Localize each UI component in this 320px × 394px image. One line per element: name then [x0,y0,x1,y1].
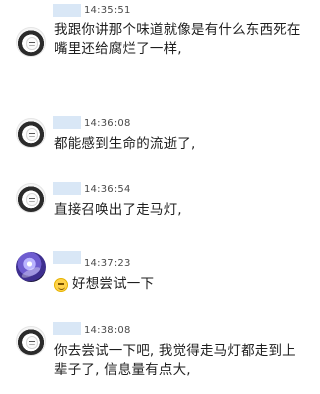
message-text[interactable]: 我跟你讲那个味道就像是有什么东西死在 嘴里还给腐烂了一样, [54,21,309,59]
message-timestamp: 14:37:23 [84,258,131,269]
message-timestamp: 14:36:08 [84,118,131,129]
girl-avatar[interactable] [16,326,46,356]
message-timestamp: 14:35:51 [84,5,131,16]
message-text[interactable]: 直接召唤出了走马灯, [54,201,309,220]
message-line: 直接召唤出了走马灯, [54,202,182,218]
redacted-sender-name [53,4,81,17]
message-line: 辈子了, 信息量有点大, [54,362,191,378]
redacted-sender-name [53,251,81,264]
redacted-sender-name [53,322,81,335]
laughing-face-icon [54,277,68,292]
girl-avatar[interactable] [16,27,46,57]
chat-history: 14:35:51 我跟你讲那个味道就像是有什么东西死在 嘴里还给腐烂了一样, 1… [0,0,316,394]
message-text[interactable]: 都能感到生命的流逝了, [54,135,309,154]
girl-avatar[interactable] [16,183,46,213]
message-text[interactable]: 好想尝试一下 [54,275,309,294]
message-line: 嘴里还给腐烂了一样, [54,41,182,57]
message-text[interactable]: 你去尝试一下吧, 我觉得走马灯都走到上 辈子了, 信息量有点大, [54,342,309,380]
redacted-sender-name [53,116,81,129]
message-line: 我跟你讲那个味道就像是有什么东西死在 [54,22,301,38]
space-avatar[interactable] [16,252,46,282]
message-timestamp: 14:36:54 [84,184,131,195]
girl-avatar[interactable] [16,118,46,148]
message-line: 好想尝试一下 [72,276,155,292]
message-line: 你去尝试一下吧, 我觉得走马灯都走到上 [54,343,296,359]
message-line: 都能感到生命的流逝了, [54,136,196,152]
redacted-sender-name [53,182,81,195]
message-timestamp: 14:38:08 [84,325,131,336]
